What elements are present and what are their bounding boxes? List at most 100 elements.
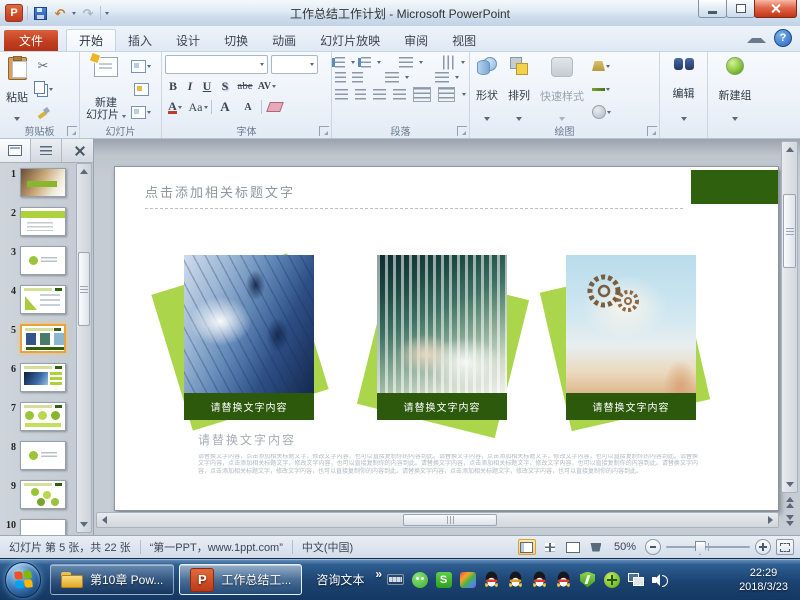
slide-editor[interactable]: 点击添加相关标题文字 请替换文字内容 请替换文字内容 bbox=[114, 166, 779, 511]
antivirus-orb-icon[interactable] bbox=[603, 571, 620, 588]
strikethrough-button[interactable]: abe bbox=[235, 77, 255, 95]
minimize-button[interactable] bbox=[698, 0, 727, 18]
slide-thumbnail[interactable] bbox=[20, 402, 66, 431]
taskbar-clock[interactable]: 22:29 2018/3/23 bbox=[729, 566, 800, 594]
text-direction-button[interactable] bbox=[443, 56, 454, 70]
scroll-up-button[interactable] bbox=[783, 142, 796, 157]
start-button[interactable] bbox=[5, 562, 41, 598]
shape-fill-button[interactable] bbox=[591, 57, 611, 75]
slide-thumbnail-row[interactable]: 8 bbox=[0, 441, 75, 470]
drawing-dialog-launcher[interactable] bbox=[647, 126, 657, 136]
text-shadow-button[interactable]: S bbox=[217, 77, 233, 95]
slide-thumbnail[interactable] bbox=[20, 168, 66, 197]
slide-thumbnail-row[interactable]: 2 bbox=[0, 207, 75, 236]
rainbow-app-icon[interactable] bbox=[459, 571, 476, 588]
new-slide-button[interactable]: 新建 幻灯片 bbox=[83, 55, 129, 123]
undo-button[interactable]: ↶ bbox=[52, 5, 68, 21]
shape-outline-button[interactable] bbox=[591, 80, 611, 98]
body-text-placeholder[interactable]: 请替换文字内容，点击添加相关标题文字，修改文字内容，也可以直接复制你的内容到此。… bbox=[198, 454, 698, 506]
scroll-right-button[interactable] bbox=[763, 513, 778, 527]
minimize-ribbon-icon[interactable] bbox=[747, 33, 766, 43]
tray-overflow-button[interactable]: » bbox=[375, 567, 382, 581]
scroll-down-button[interactable] bbox=[783, 477, 796, 492]
justify-button[interactable] bbox=[393, 89, 406, 100]
slide-thumbnail-row[interactable]: 9 bbox=[0, 480, 75, 509]
tab-review[interactable]: 审阅 bbox=[392, 30, 440, 51]
columns-dropdown-arrow[interactable] bbox=[405, 76, 409, 79]
save-button[interactable] bbox=[32, 5, 48, 21]
bold-button[interactable]: B bbox=[165, 77, 181, 95]
character-spacing-button[interactable]: AV bbox=[257, 77, 277, 95]
volume-icon[interactable] bbox=[651, 571, 668, 588]
horizontal-scrollbar-thumb[interactable] bbox=[403, 514, 497, 526]
align-text-button[interactable] bbox=[435, 72, 449, 83]
bullets-button[interactable] bbox=[335, 57, 345, 68]
reading-view-button[interactable] bbox=[564, 539, 582, 555]
editing-button[interactable]: 编辑 bbox=[670, 55, 698, 123]
bullets-dropdown-arrow[interactable] bbox=[351, 61, 355, 64]
panel-scrollbar[interactable] bbox=[76, 163, 92, 533]
horizontal-scrollbar[interactable] bbox=[96, 512, 779, 528]
slide-thumbnail-row[interactable]: 3 bbox=[0, 246, 75, 275]
normal-view-button[interactable] bbox=[518, 539, 536, 555]
change-case-button[interactable]: Aa bbox=[188, 98, 208, 116]
scroll-left-button[interactable] bbox=[97, 513, 112, 527]
shrink-font-button[interactable]: A bbox=[238, 98, 258, 116]
slide-thumbnail[interactable] bbox=[20, 246, 66, 275]
clipboard-dialog-launcher[interactable] bbox=[67, 126, 77, 136]
arrange-button[interactable]: 排列 bbox=[505, 55, 533, 123]
align-center-button[interactable] bbox=[355, 89, 365, 100]
tab-view[interactable]: 视图 bbox=[440, 30, 488, 51]
slideshow-view-button[interactable] bbox=[587, 539, 605, 555]
grow-font-button[interactable]: A bbox=[215, 98, 235, 116]
align-left-button[interactable] bbox=[335, 89, 348, 100]
panel-scroll-down-button[interactable] bbox=[78, 517, 90, 532]
zoom-level[interactable]: 50% bbox=[610, 541, 640, 553]
vertical-scrollbar[interactable] bbox=[781, 141, 798, 493]
slide-thumbnail[interactable] bbox=[20, 285, 66, 314]
slide-thumbnail[interactable] bbox=[20, 363, 66, 392]
qq-icon[interactable] bbox=[483, 571, 500, 588]
underline-button[interactable]: U bbox=[199, 77, 215, 95]
close-panel-button[interactable] bbox=[67, 139, 93, 162]
qq-icon[interactable] bbox=[507, 571, 524, 588]
content-card-2[interactable]: 请替换文字内容 bbox=[377, 255, 507, 420]
slide-thumbnail-row[interactable]: 10 bbox=[0, 519, 75, 535]
tab-insert[interactable]: 插入 bbox=[116, 30, 164, 51]
distribute-button[interactable] bbox=[413, 87, 430, 102]
slide-thumbnail-row[interactable]: 1 bbox=[0, 168, 75, 197]
panel-scrollbar-thumb[interactable] bbox=[78, 252, 90, 326]
taskbar-item-folder[interactable]: 第10章 Pow... bbox=[50, 564, 174, 595]
panel-scroll-up-button[interactable] bbox=[78, 164, 90, 179]
numbering-button[interactable] bbox=[361, 57, 371, 68]
body-heading-placeholder[interactable]: 请替换文字内容 bbox=[198, 431, 296, 448]
slide-thumbnail[interactable] bbox=[20, 324, 66, 353]
tab-file[interactable]: 文件 bbox=[4, 30, 58, 51]
previous-slide-button[interactable] bbox=[786, 495, 794, 510]
card-image-analytics[interactable] bbox=[377, 255, 507, 393]
decrease-indent-button[interactable] bbox=[335, 72, 346, 83]
undo-dropdown-arrow[interactable] bbox=[72, 12, 76, 15]
font-size-combo[interactable] bbox=[271, 55, 318, 74]
redo-button[interactable]: ↷ bbox=[80, 5, 96, 21]
numbering-dropdown-arrow[interactable] bbox=[377, 61, 381, 64]
font-color-button[interactable]: A bbox=[165, 98, 185, 116]
taskbar-item-text-document[interactable]: 咨询文本 bbox=[307, 571, 373, 588]
slide-thumbnail[interactable] bbox=[20, 441, 66, 470]
font-dialog-launcher[interactable] bbox=[319, 126, 329, 136]
customize-qat-button[interactable] bbox=[105, 12, 109, 15]
card-caption[interactable]: 请替换文字内容 bbox=[377, 393, 507, 420]
shapes-button[interactable]: 形状 bbox=[473, 55, 501, 123]
sogou-icon[interactable]: S bbox=[435, 571, 452, 588]
slide-thumbnail[interactable] bbox=[20, 480, 66, 509]
font-name-combo[interactable] bbox=[165, 55, 268, 74]
zoom-slider-thumb[interactable] bbox=[695, 541, 706, 555]
layout-button[interactable] bbox=[131, 57, 151, 75]
language-indicator[interactable]: 中文(中国) bbox=[293, 539, 362, 555]
slide-thumbnail-row[interactable]: 7 bbox=[0, 402, 75, 431]
slide-thumbnail[interactable] bbox=[20, 207, 66, 236]
cut-button[interactable]: ✂ bbox=[33, 57, 53, 75]
fit-to-window-button[interactable] bbox=[776, 539, 794, 555]
quick-styles-button[interactable]: 快速样式 bbox=[537, 55, 587, 123]
zoom-out-button[interactable] bbox=[645, 539, 661, 555]
